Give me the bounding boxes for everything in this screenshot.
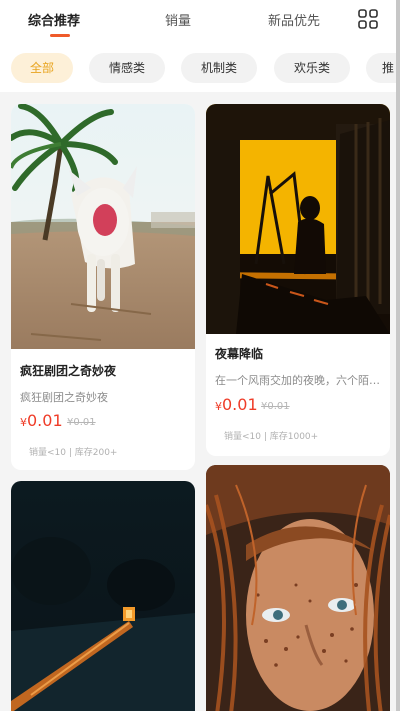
product-card[interactable]: [11, 481, 195, 711]
original-price: ¥0.01: [261, 401, 290, 412]
category-chip-all[interactable]: 全部: [11, 53, 73, 83]
scrollbar[interactable]: [396, 0, 400, 711]
product-image-painter: [206, 104, 390, 334]
category-chip-fun[interactable]: 欢乐类: [274, 53, 350, 83]
sort-tab-newest[interactable]: 新品优先: [268, 10, 320, 29]
product-card[interactable]: 疯狂剧团之奇妙夜 疯狂剧团之奇妙夜 ¥0.01 ¥0.01 销量<10 | 库存…: [11, 104, 195, 470]
product-image-kitten: [11, 104, 195, 349]
price-value: 0.01: [27, 411, 63, 430]
product-description: 在一个风雨交加的夜晚，六个陌生人: [215, 374, 381, 387]
sort-tab-recommended[interactable]: 综合推荐: [28, 10, 80, 29]
category-chip-more[interactable]: 推: [366, 53, 400, 83]
product-price: ¥0.01: [215, 395, 258, 414]
currency-symbol: ¥: [20, 416, 27, 429]
price-value: 0.01: [222, 395, 258, 414]
product-list-page: 综合推荐 销量 新品优先 全部 情感类 机制类 欢乐类 推 疯狂剧团之奇妙夜 疯…: [0, 0, 400, 711]
original-price: ¥0.01: [67, 417, 96, 428]
product-stats: 销量<10 | 库存200+: [29, 448, 118, 458]
category-chip-emotion[interactable]: 情感类: [89, 53, 165, 83]
active-tab-indicator: [50, 34, 70, 37]
product-card[interactable]: [206, 465, 390, 711]
product-price: ¥0.01: [20, 411, 63, 430]
product-image-dark-figure: [11, 481, 195, 711]
product-description: 疯狂剧团之奇妙夜: [20, 391, 108, 404]
currency-symbol: ¥: [215, 400, 222, 413]
sort-bar: 综合推荐 销量 新品优先: [0, 0, 400, 43]
product-image-portrait: [206, 465, 390, 711]
product-card[interactable]: 夜幕降临 在一个风雨交加的夜晚，六个陌生人 ¥0.01 ¥0.01 销量<10 …: [206, 104, 390, 456]
product-title: 夜幕降临: [215, 347, 264, 361]
sort-tab-sales[interactable]: 销量: [165, 10, 191, 29]
category-chips: 全部 情感类 机制类 欢乐类 推: [0, 42, 400, 92]
grid-icon[interactable]: [357, 8, 379, 30]
product-stats: 销量<10 | 库存1000+: [224, 432, 319, 442]
category-chip-mechanism[interactable]: 机制类: [181, 53, 257, 83]
product-title: 疯狂剧团之奇妙夜: [20, 364, 117, 378]
